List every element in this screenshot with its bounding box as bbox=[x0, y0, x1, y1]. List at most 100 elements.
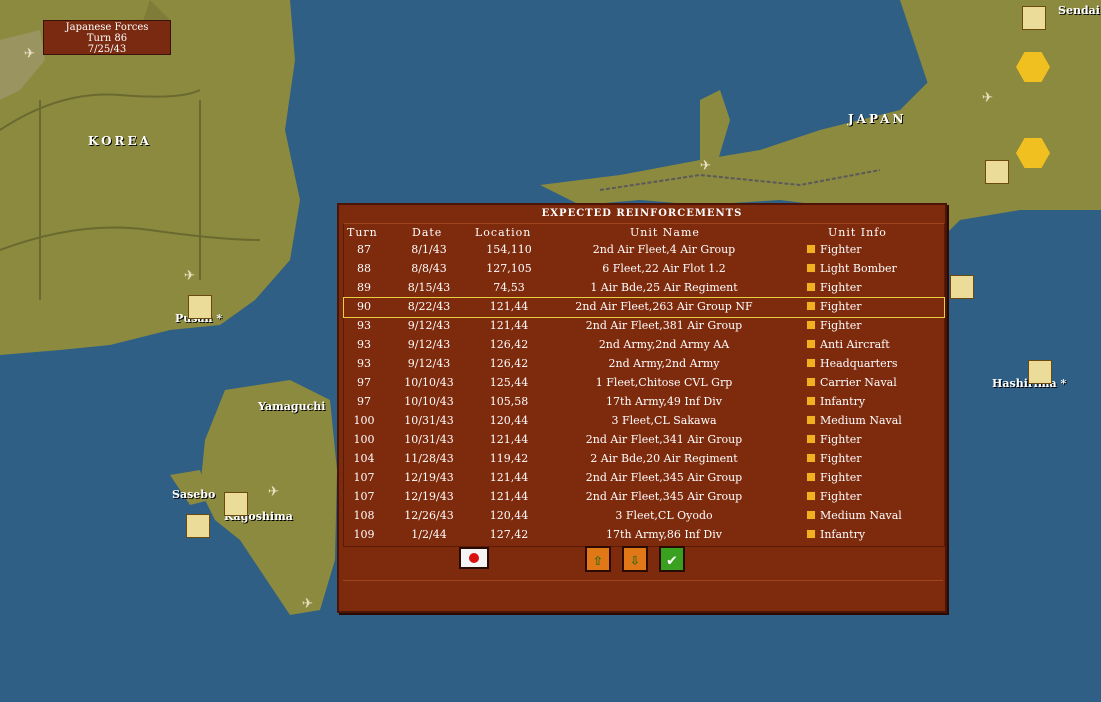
cell-date: 1/2/44 bbox=[411, 528, 447, 541]
scroll-up-button[interactable]: ⇧ bbox=[585, 546, 611, 572]
table-row[interactable]: 87 8/1/43 154,110 2nd Air Fleet,4 Air Group… bbox=[344, 241, 944, 260]
unit-type-icon bbox=[806, 320, 816, 330]
unit-counter[interactable] bbox=[1022, 6, 1046, 30]
cell-unit-name: 17th Army,49 Inf Div bbox=[606, 395, 722, 408]
divider bbox=[343, 580, 943, 581]
unit-type-icon bbox=[806, 510, 816, 520]
unit-counter[interactable] bbox=[950, 275, 974, 299]
unit-type-label: Fighter bbox=[820, 471, 862, 484]
header-unit-info: Unit Info bbox=[828, 226, 887, 239]
city-yamaguchi[interactable]: Yamaguchi bbox=[258, 400, 325, 413]
cell-unit-info: Infantry bbox=[806, 395, 936, 408]
cell-unit-name: 2nd Army,2nd Army bbox=[608, 357, 720, 370]
unit-counter[interactable] bbox=[1028, 360, 1052, 384]
status-bar bbox=[343, 583, 943, 609]
unit-type-icon bbox=[806, 529, 816, 539]
cell-turn: 90 bbox=[357, 300, 371, 313]
table-row[interactable]: 89 8/15/43 74,53 1 Air Bde,25 Air Regiment F… bbox=[344, 279, 944, 298]
cell-date: 8/1/43 bbox=[411, 243, 447, 256]
table-row[interactable]: 97 10/10/43 125,44 1 Fleet,Chitose CVL Grp C… bbox=[344, 374, 944, 393]
turn-number: Turn 86 bbox=[86, 33, 128, 44]
table-row[interactable]: 109 1/2/44 127,42 17th Army,86 Inf Div Infan… bbox=[344, 526, 944, 545]
cell-unit-name: 2nd Air Fleet,381 Air Group bbox=[585, 319, 743, 332]
cell-unit-info: Fighter bbox=[806, 243, 936, 256]
table-row[interactable]: 108 12/26/43 120,44 3 Fleet,CL Oyodo Medium … bbox=[344, 507, 944, 526]
turn-date: 7/25/43 bbox=[87, 44, 127, 55]
unit-type-label: Fighter bbox=[820, 319, 862, 332]
city-sendai[interactable]: Sendai bbox=[1058, 4, 1100, 17]
unit-type-icon bbox=[806, 415, 816, 425]
map-label-japan: JAPAN bbox=[848, 112, 907, 126]
table-row[interactable]: 97 10/10/43 105,58 17th Army,49 Inf Div Infa… bbox=[344, 393, 944, 412]
unit-type-label: Carrier Naval bbox=[820, 376, 897, 389]
cell-unit-info: Infantry bbox=[806, 528, 936, 541]
unit-type-label: Light Bomber bbox=[820, 262, 897, 275]
unit-counter[interactable] bbox=[188, 295, 212, 319]
cell-turn: 93 bbox=[357, 357, 371, 370]
unit-type-label: Infantry bbox=[820, 528, 866, 541]
city-sasebo[interactable]: Sasebo bbox=[172, 488, 215, 501]
table-row[interactable]: 88 8/8/43 127,105 6 Fleet,22 Air Flot 1.2 Li… bbox=[344, 260, 944, 279]
cell-unit-name: 3 Fleet,CL Oyodo bbox=[615, 509, 713, 522]
cell-unit-name: 6 Fleet,22 Air Flot 1.2 bbox=[602, 262, 726, 275]
unit-type-label: Infantry bbox=[820, 395, 866, 408]
unit-type-label: Fighter bbox=[820, 452, 862, 465]
cell-turn: 97 bbox=[357, 395, 371, 408]
table-row[interactable]: 107 12/19/43 121,44 2nd Air Fleet,345 Air G… bbox=[344, 488, 944, 507]
cell-date: 10/31/43 bbox=[404, 414, 454, 427]
reinforcements-table[interactable]: Turn Date Location Unit Name Unit Info 8… bbox=[343, 223, 945, 547]
table-row[interactable]: 90 8/22/43 121,44 2nd Air Fleet,263 Air Gro… bbox=[343, 297, 945, 318]
cell-unit-name: 2nd Air Fleet,4 Air Group bbox=[592, 243, 736, 256]
airfield-icon: ✈ bbox=[24, 42, 35, 63]
cell-date: 10/31/43 bbox=[404, 433, 454, 446]
airfield-icon: ✈ bbox=[982, 86, 993, 107]
cell-date: 8/8/43 bbox=[411, 262, 447, 275]
unit-type-icon bbox=[806, 339, 816, 349]
cell-date: 12/26/43 bbox=[404, 509, 454, 522]
cell-unit-info: Fighter bbox=[806, 471, 936, 484]
table-row[interactable]: 93 9/12/43 126,42 2nd Army,2nd Army Headquar… bbox=[344, 355, 944, 374]
table-row[interactable]: 100 10/31/43 121,44 2nd Air Fleet,341 Air G… bbox=[344, 431, 944, 450]
cell-turn: 97 bbox=[357, 376, 371, 389]
cell-unit-info: Anti Aircraft bbox=[806, 338, 936, 351]
unit-type-icon bbox=[806, 358, 816, 368]
cell-unit-info: Fighter bbox=[806, 281, 936, 294]
unit-type-label: Medium Naval bbox=[820, 414, 902, 427]
table-row[interactable]: 107 12/19/43 121,44 2nd Air Fleet,345 Air G… bbox=[344, 469, 944, 488]
airfield-icon: ✈ bbox=[700, 154, 711, 175]
cell-unit-info: Fighter bbox=[806, 452, 936, 465]
unit-type-icon bbox=[806, 263, 816, 273]
unit-type-label: Medium Naval bbox=[820, 509, 902, 522]
cell-date: 9/12/43 bbox=[407, 338, 451, 351]
cell-unit-info: Carrier Naval bbox=[806, 376, 936, 389]
table-row[interactable]: 104 11/28/43 119,42 2 Air Bde,20 Air Regime… bbox=[344, 450, 944, 469]
cell-date: 9/12/43 bbox=[407, 319, 451, 332]
down-arrow-icon: ⇩ bbox=[630, 549, 640, 569]
unit-counter[interactable] bbox=[224, 492, 248, 516]
unit-type-icon bbox=[806, 301, 816, 311]
cell-date: 8/22/43 bbox=[407, 300, 451, 313]
unit-type-icon bbox=[806, 472, 816, 482]
cell-date: 12/19/43 bbox=[404, 471, 454, 484]
flag-button[interactable] bbox=[459, 547, 489, 569]
ok-button[interactable]: ✔ bbox=[659, 546, 685, 572]
up-arrow-icon: ⇧ bbox=[593, 549, 603, 569]
unit-type-icon bbox=[806, 434, 816, 444]
header-turn: Turn bbox=[347, 226, 378, 239]
unit-counter[interactable] bbox=[186, 514, 210, 538]
turn-info-box: Japanese Forces Turn 86 7/25/43 bbox=[43, 20, 171, 55]
cell-unit-info: Medium Naval bbox=[806, 509, 936, 522]
table-row[interactable]: 93 9/12/43 126,42 2nd Army,2nd Army AA Anti … bbox=[344, 336, 944, 355]
unit-counter[interactable] bbox=[985, 160, 1009, 184]
cell-date: 9/12/43 bbox=[407, 357, 451, 370]
table-row[interactable]: 93 9/12/43 121,44 2nd Air Fleet,381 Air Gro… bbox=[344, 317, 944, 336]
cell-unit-info: Fighter bbox=[806, 300, 936, 313]
cell-unit-info: Fighter bbox=[806, 490, 936, 503]
cell-turn: 100 bbox=[353, 414, 375, 427]
unit-type-icon bbox=[806, 491, 816, 501]
cell-unit-info: Fighter bbox=[806, 319, 936, 332]
scroll-down-button[interactable]: ⇩ bbox=[622, 546, 648, 572]
airfield-icon: ✈ bbox=[268, 480, 279, 501]
table-row[interactable]: 100 10/31/43 120,44 3 Fleet,CL Sakawa Medium… bbox=[344, 412, 944, 431]
cell-turn: 93 bbox=[357, 319, 371, 332]
